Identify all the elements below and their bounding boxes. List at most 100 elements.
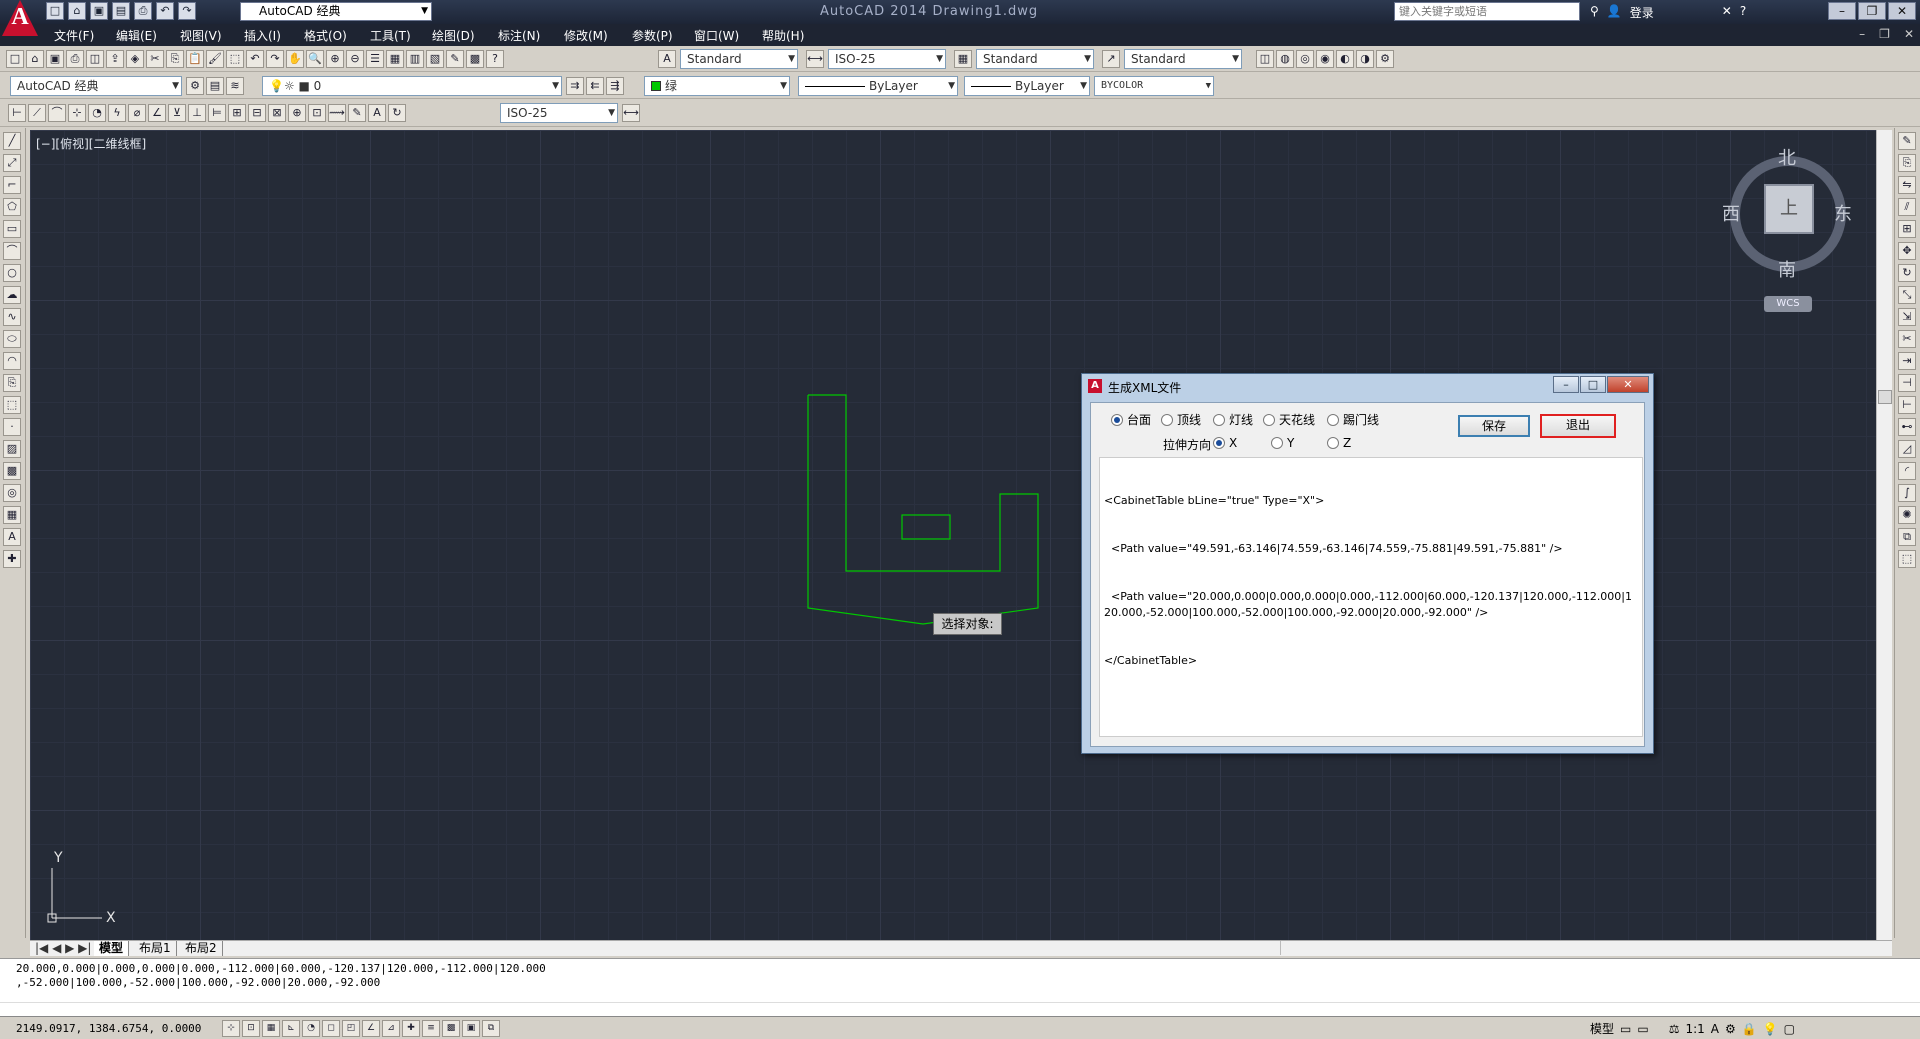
menu-tools[interactable]: 工具(T) (370, 27, 411, 44)
quick-properties-icon[interactable]: ▣ (462, 1020, 480, 1037)
radio-dot[interactable] (1327, 437, 1339, 449)
extend-icon[interactable]: ⇥ (1898, 352, 1916, 370)
new-icon[interactable]: □ (46, 2, 64, 20)
grid-display-icon[interactable]: ▦ (262, 1020, 280, 1037)
view-icon[interactable]: ◫ (1256, 50, 1274, 68)
break-at-point-icon[interactable]: ⊣ (1898, 374, 1916, 392)
construction-line-icon[interactable]: ⤢ (3, 154, 21, 172)
open-icon[interactable]: ⌂ (26, 50, 44, 68)
menu-draw[interactable]: 绘图(D) (432, 27, 475, 44)
minimize-icon[interactable]: – (1828, 2, 1856, 20)
doc-close-icon[interactable]: ✕ (1904, 27, 1914, 41)
compass-south[interactable]: 南 (1778, 256, 1796, 282)
vertical-scroll-thumb[interactable] (1878, 390, 1892, 404)
restore-icon[interactable]: ❐ (1858, 2, 1886, 20)
blend-icon[interactable]: ∫ (1898, 484, 1916, 502)
tab-nav-arrows[interactable]: |◀ ◀ ▶ ▶| (30, 941, 98, 956)
revcloud-icon[interactable]: ☁ (3, 286, 21, 304)
radio-dot[interactable] (1111, 413, 1123, 426)
text-style-icon[interactable]: A (658, 50, 676, 68)
dim-style-manager-icon[interactable]: ⟷ (622, 104, 640, 122)
undo-icon[interactable]: ↶ (246, 50, 264, 68)
doc-restore-icon[interactable]: ❐ (1879, 27, 1890, 41)
point-icon[interactable]: · (3, 418, 21, 436)
mtext-icon[interactable]: A (3, 528, 21, 546)
annotation-scale-value[interactable]: 1:1 (1685, 1022, 1704, 1036)
otrack-icon[interactable]: ∠ (362, 1020, 380, 1037)
model-space-label[interactable]: 模型 (1590, 1020, 1614, 1037)
rectangle-icon[interactable]: ▭ (3, 220, 21, 238)
xml-output-textarea[interactable]: <CabinetTable bLine="true" Type="X"> <Pa… (1099, 457, 1643, 737)
aligned-dim-icon[interactable]: ⟋ (28, 104, 46, 122)
ducs-icon[interactable]: ⊿ (382, 1020, 400, 1037)
radio-countertop[interactable]: 台面 (1111, 411, 1151, 428)
dim-update-icon[interactable]: ↻ (388, 104, 406, 122)
block-editor-icon[interactable]: ⬚ (226, 50, 244, 68)
layer-previous-icon[interactable]: ⇇ (586, 77, 604, 95)
exchange-icon[interactable]: ✕ (1722, 4, 1732, 21)
angular-dim-icon[interactable]: ∠ (148, 104, 166, 122)
menu-file[interactable]: 文件(F) (54, 27, 94, 44)
table-style-icon[interactable]: ▦ (954, 50, 972, 68)
menu-modify[interactable]: 修改(M) (564, 27, 608, 44)
add-selected-icon[interactable]: ✚ (3, 550, 21, 568)
viewport-controls-label[interactable]: [−][俯视][二维线框] (36, 135, 146, 152)
dim-break-icon[interactable]: ⊟ (248, 104, 266, 122)
plot-icon[interactable]: ⎙ (66, 50, 84, 68)
transparency-icon[interactable]: ▩ (442, 1020, 460, 1037)
dyn-input-icon[interactable]: ✚ (402, 1020, 420, 1037)
dialog-maximize-icon[interactable]: □ (1580, 376, 1606, 393)
radio-kickplate-line[interactable]: 踢门线 (1327, 411, 1379, 428)
tab-layout1[interactable]: 布局1 (134, 941, 177, 956)
cabinet-outline[interactable] (807, 394, 1039, 625)
workspace-switch-dropdown[interactable]: AutoCAD 经典 ▼ (10, 76, 182, 96)
menu-window[interactable]: 窗口(W) (694, 27, 739, 44)
jogged-dim-icon[interactable]: ϟ (108, 104, 126, 122)
dim-style-dropdown[interactable]: ISO-25 ▼ (828, 49, 946, 69)
search-input[interactable]: 键入关键字或短语 (1394, 2, 1580, 21)
light-icon[interactable]: ◎ (1296, 50, 1314, 68)
radio-dot[interactable] (1213, 413, 1225, 426)
group-icon[interactable]: ⬚ (1898, 550, 1916, 568)
line-icon[interactable]: ╱ (3, 132, 21, 150)
spline-icon[interactable]: ∿ (3, 308, 21, 326)
dialog-close-icon[interactable]: ✕ (1607, 376, 1649, 393)
clean-screen-icon[interactable]: ▢ (1784, 1022, 1795, 1036)
hatch-icon[interactable]: ▨ (3, 440, 21, 458)
ordinate-dim-icon[interactable]: ⊹ (68, 104, 86, 122)
workspace-settings-icon[interactable]: ⚙ (1376, 50, 1394, 68)
table-style-dropdown[interactable]: Standard ▼ (976, 49, 1094, 69)
arc-icon[interactable]: ⌒ (3, 242, 21, 260)
linetype-dropdown[interactable]: ByLayer ▼ (798, 76, 958, 96)
mleader-style-icon[interactable]: ↗ (1102, 50, 1120, 68)
help-icon[interactable]: ? (1740, 4, 1746, 21)
saveas-icon[interactable]: ▤ (112, 2, 130, 20)
compass-north[interactable]: 北 (1778, 144, 1796, 170)
user-icon[interactable]: 👤 (1607, 4, 1622, 21)
trim-icon[interactable]: ✂ (1898, 330, 1916, 348)
radio-direction-z[interactable]: Z (1327, 436, 1351, 450)
radio-dot[interactable] (1161, 413, 1173, 426)
sheet-set-icon[interactable]: ▧ (426, 50, 444, 68)
scale-icon[interactable]: ⤡ (1898, 286, 1916, 304)
wcs-menu-button[interactable]: WCS (1764, 296, 1812, 312)
vertical-scrollbar[interactable] (1876, 130, 1892, 940)
baseline-dim-icon[interactable]: ⊥ (188, 104, 206, 122)
rotate-icon[interactable]: ↻ (1898, 264, 1916, 282)
snap-mode-icon[interactable]: ⊡ (242, 1020, 260, 1037)
quick-view-layouts-icon[interactable]: ▭ (1620, 1022, 1631, 1036)
join-icon[interactable]: ⊷ (1898, 418, 1916, 436)
chamfer-icon[interactable]: ◿ (1898, 440, 1916, 458)
menu-format[interactable]: 格式(O) (304, 27, 347, 44)
tool-palettes-icon[interactable]: ▥ (406, 50, 424, 68)
workspace-settings-icon[interactable]: ⚙ (186, 77, 204, 95)
save-button[interactable]: 保存 (1458, 415, 1530, 437)
tab-model[interactable]: 模型 (94, 941, 130, 956)
viewcube-face-top[interactable]: 上 (1764, 184, 1814, 234)
quickcalc-icon[interactable]: ▩ (466, 50, 484, 68)
menu-help[interactable]: 帮助(H) (762, 27, 804, 44)
publish-icon[interactable]: ⇪ (106, 50, 124, 68)
color-dropdown[interactable]: 绿 ▼ (644, 76, 790, 96)
help-icon[interactable]: ? (486, 50, 504, 68)
new-icon[interactable]: □ (6, 50, 24, 68)
